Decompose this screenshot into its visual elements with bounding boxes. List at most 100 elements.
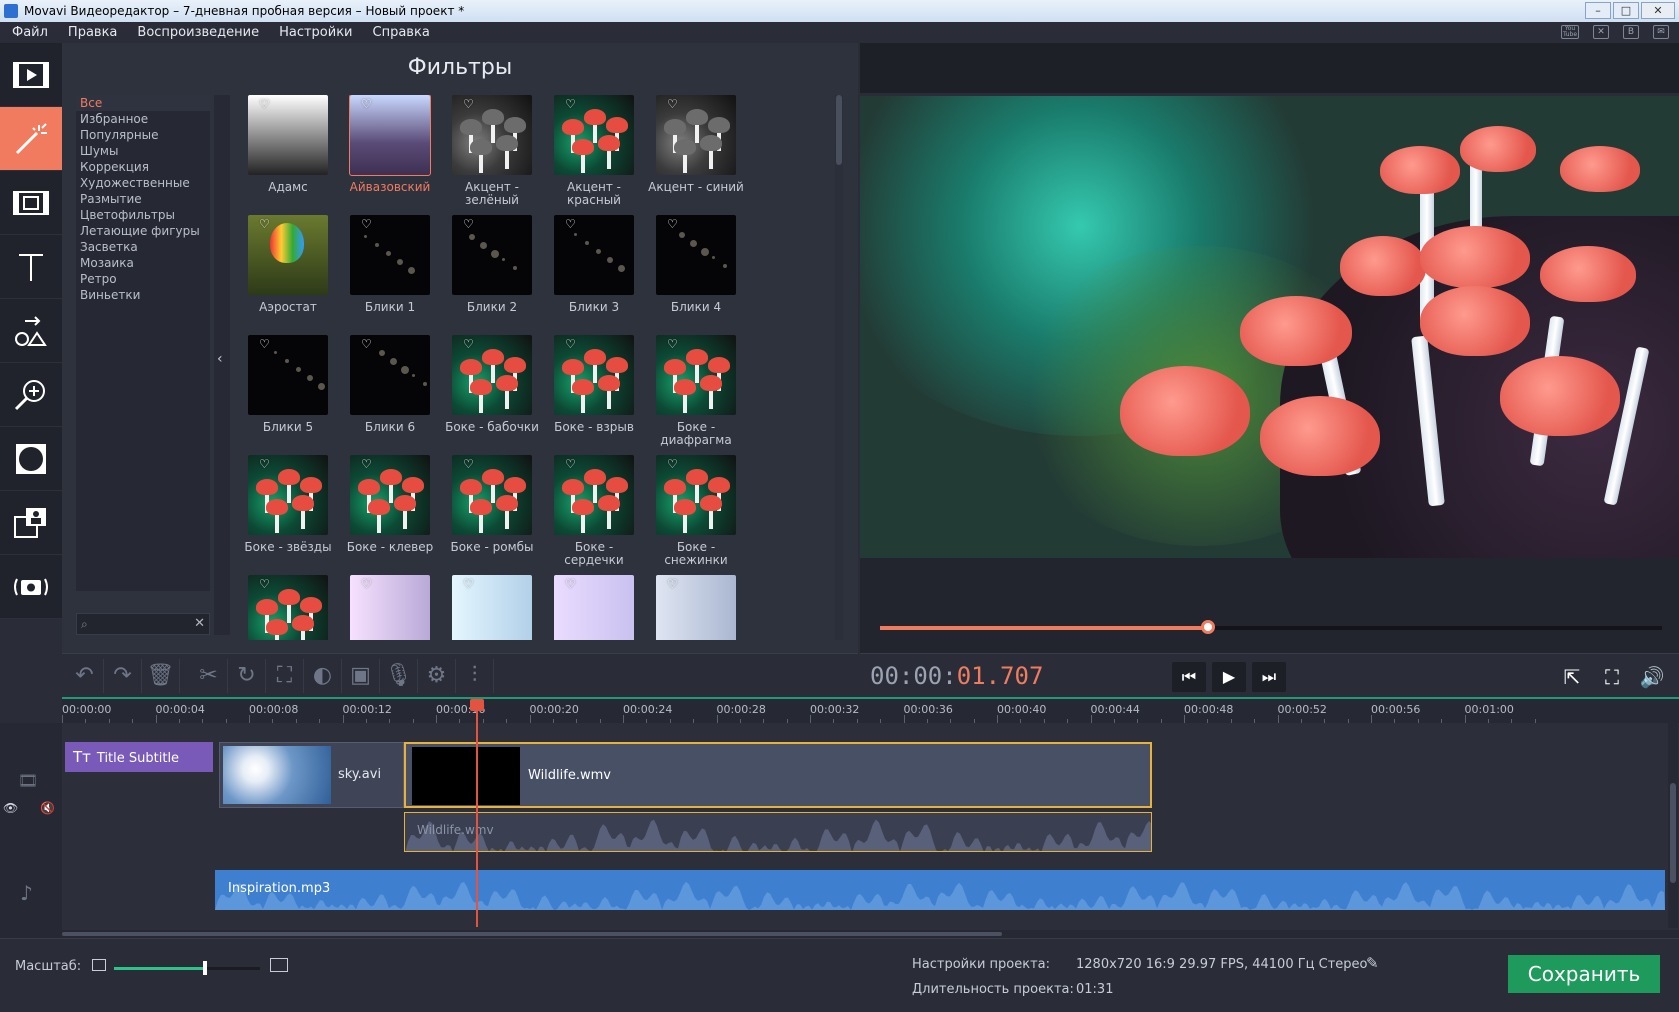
category-item[interactable]: Размытие [76, 191, 210, 207]
filter-thumbnail[interactable]: ♡ [656, 95, 736, 175]
category-item[interactable]: Виньетки [76, 287, 210, 303]
category-item[interactable]: Летающие фигуры [76, 223, 210, 239]
menu-help[interactable]: Справка [373, 25, 430, 40]
crop-icon[interactable]: ⛶ [266, 658, 304, 693]
scrollbar-thumb[interactable] [62, 932, 1002, 936]
equalizer-icon[interactable]: ⫶ [456, 658, 494, 693]
title-clip[interactable]: Tт Title Subtitle [65, 742, 213, 772]
cut-icon[interactable]: ✂ [190, 658, 228, 693]
filter-thumbnail[interactable]: ♡ [656, 455, 736, 535]
music-clip[interactable]: Inspiration.mp3 [215, 870, 1665, 910]
play-button[interactable]: ▶ [1212, 662, 1246, 692]
favorite-icon[interactable]: ♡ [667, 337, 678, 351]
favorite-icon[interactable]: ♡ [361, 97, 372, 111]
previous-button[interactable]: ⏮ [1172, 662, 1206, 692]
filter-thumbnail[interactable]: ♡ [248, 575, 328, 640]
favorite-icon[interactable]: ♡ [361, 217, 372, 231]
overlay-button[interactable] [0, 427, 62, 491]
favorite-icon[interactable]: ♡ [667, 217, 678, 231]
redo-icon[interactable]: ↷ [104, 658, 142, 693]
filter-thumbnail[interactable]: ♡ [554, 575, 634, 640]
fullscreen-button[interactable]: ⛶ [1596, 662, 1628, 692]
filter-thumbnail[interactable]: ♡ [248, 335, 328, 415]
filter-thumbnail[interactable]: ♡ [452, 95, 532, 175]
edit-settings-icon[interactable]: ✎ [1366, 954, 1379, 972]
share-icon[interactable]: ✕ [1593, 25, 1609, 39]
collapse-panel-button[interactable]: ‹ [214, 95, 230, 635]
favorite-icon[interactable]: ♡ [361, 457, 372, 471]
favorite-icon[interactable]: ♡ [565, 577, 576, 591]
favorite-icon[interactable]: ♡ [667, 457, 678, 471]
zoom-out-icon[interactable] [92, 959, 106, 971]
import-media-button[interactable] [0, 43, 62, 107]
favorite-icon[interactable]: ♡ [565, 217, 576, 231]
category-item[interactable]: Мозаика [76, 255, 210, 271]
filter-thumbnail[interactable]: ♡ [452, 215, 532, 295]
filter-thumbnail[interactable]: ♡ [248, 455, 328, 535]
filter-thumbnail[interactable]: ♡ [656, 575, 736, 640]
zoom-pan-button[interactable] [0, 363, 62, 427]
favorite-icon[interactable]: ♡ [463, 337, 474, 351]
favorite-icon[interactable]: ♡ [259, 337, 270, 351]
filter-thumbnail[interactable]: ♡ [349, 95, 431, 176]
filter-thumbnail[interactable]: ♡ [554, 215, 634, 295]
filter-thumbnail[interactable]: ♡ [350, 575, 430, 640]
filter-thumbnail[interactable]: ♡ [452, 575, 532, 640]
category-item[interactable]: Избранное [76, 111, 210, 127]
filter-thumbnail[interactable]: ♡ [554, 335, 634, 415]
video-clip-sky[interactable]: sky.avi [219, 742, 404, 808]
favorite-icon[interactable]: ♡ [259, 97, 270, 111]
favorite-icon[interactable]: ♡ [259, 217, 270, 231]
menu-edit[interactable]: Правка [68, 25, 117, 40]
menu-file[interactable]: Файл [12, 25, 48, 40]
category-item[interactable]: Художественные [76, 175, 210, 191]
clip-properties-icon[interactable]: ⚙ [418, 658, 456, 693]
category-item[interactable]: Популярные [76, 127, 210, 143]
popout-button[interactable]: ⇱ [1556, 662, 1588, 692]
titles-button[interactable] [0, 235, 62, 299]
category-item[interactable]: Коррекция [76, 159, 210, 175]
favorite-icon[interactable]: ♡ [463, 217, 474, 231]
record-audio-icon[interactable]: 🎙 [380, 658, 418, 693]
favorite-icon[interactable]: ♡ [361, 577, 372, 591]
category-item[interactable]: Засветка [76, 239, 210, 255]
filter-thumbnail[interactable]: ♡ [656, 215, 736, 295]
capture-button[interactable] [0, 555, 62, 619]
volume-button[interactable]: 🔊 [1636, 662, 1668, 692]
feedback-icon[interactable]: ✉ [1653, 25, 1669, 39]
filter-thumbnail[interactable]: ♡ [656, 335, 736, 415]
visibility-icon[interactable]: 👁 [3, 801, 18, 815]
filter-thumbnail[interactable]: ♡ [248, 95, 328, 175]
menu-settings[interactable]: Настройки [279, 25, 352, 40]
category-item[interactable]: Шумы [76, 143, 210, 159]
favorite-icon[interactable]: ♡ [259, 577, 270, 591]
transitions-button[interactable] [0, 171, 62, 235]
filter-thumbnail[interactable]: ♡ [350, 335, 430, 415]
youtube-icon[interactable]: You Tube [1561, 25, 1579, 39]
filter-thumbnail[interactable]: ♡ [350, 455, 430, 535]
favorite-icon[interactable]: ♡ [565, 337, 576, 351]
filter-thumbnail[interactable]: ♡ [554, 455, 634, 535]
favorite-icon[interactable]: ♡ [565, 457, 576, 471]
filter-thumbnail[interactable]: ♡ [554, 95, 634, 175]
scrollbar-thumb[interactable] [836, 95, 842, 165]
save-button[interactable]: Сохранить [1508, 955, 1660, 993]
delete-icon[interactable]: 🗑 [142, 658, 180, 693]
favorite-icon[interactable]: ♡ [259, 457, 270, 471]
clear-icon[interactable]: ✕ [194, 616, 205, 631]
mute-icon[interactable]: 🔇 [40, 801, 55, 815]
scale-handle[interactable] [202, 961, 207, 975]
favorite-icon[interactable]: ♡ [463, 457, 474, 471]
zoom-in-icon[interactable] [270, 958, 288, 972]
menu-playback[interactable]: Воспроизведение [137, 25, 259, 40]
filter-thumbnail[interactable]: ♡ [452, 455, 532, 535]
category-item[interactable]: Ретро [76, 271, 210, 287]
minimize-button[interactable]: – [1585, 2, 1611, 19]
filter-thumbnail[interactable]: ♡ [248, 215, 328, 295]
category-item[interactable]: Цветофильтры [76, 207, 210, 223]
playhead[interactable] [476, 699, 478, 927]
next-button[interactable]: ⏭ [1252, 662, 1286, 692]
timeline-hscroll[interactable] [62, 930, 1679, 938]
color-adjust-icon[interactable]: ◐ [304, 658, 342, 693]
media-properties-icon[interactable]: ▣ [342, 658, 380, 693]
